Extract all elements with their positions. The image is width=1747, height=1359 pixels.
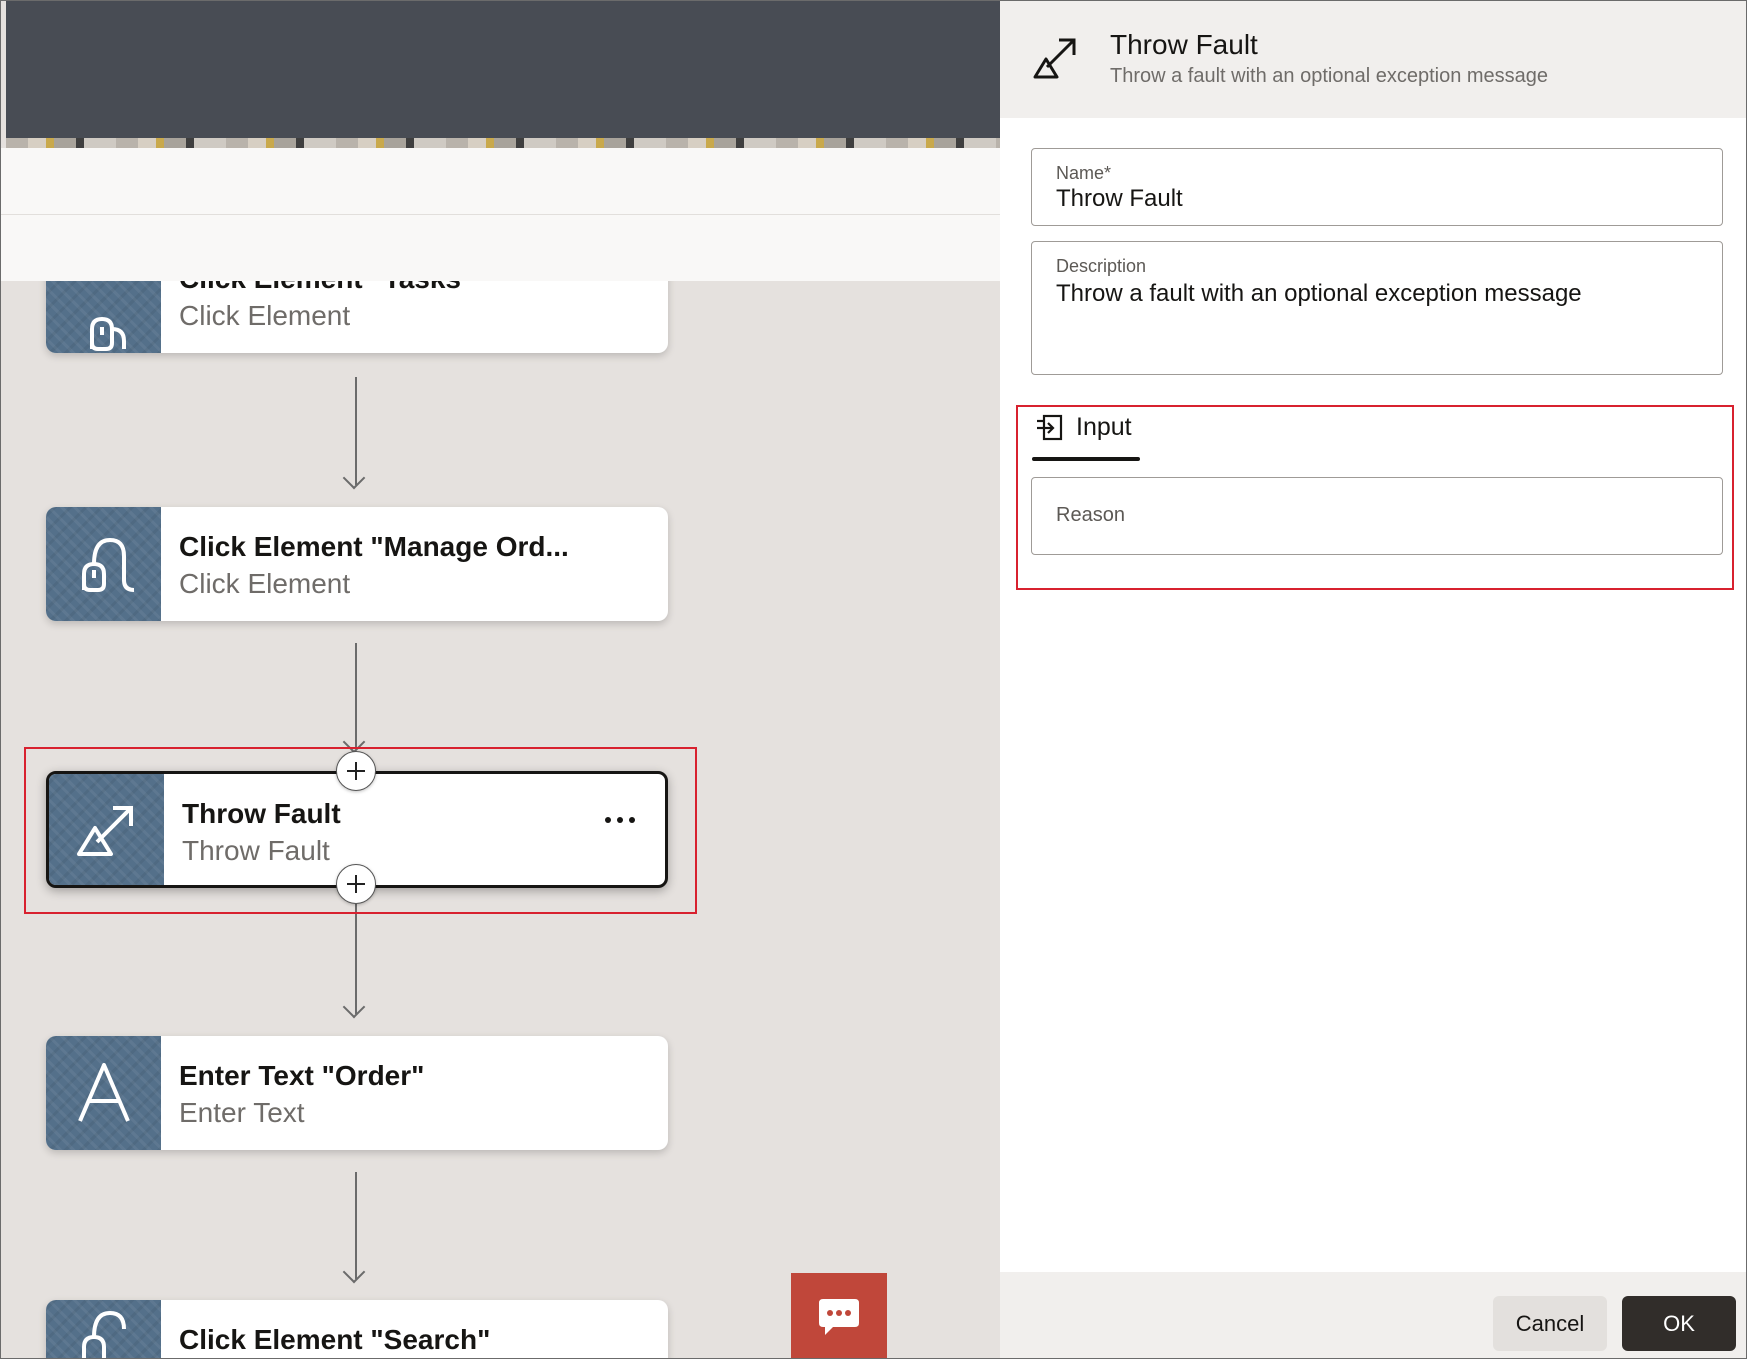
throw-fault-icon: [1033, 38, 1076, 79]
plus-icon: [347, 875, 365, 893]
connector-arrow: [355, 904, 357, 1014]
step-title: Throw Fault: [182, 798, 341, 829]
connector-arrow: [355, 377, 357, 485]
step-title: Click Element "Search": [179, 1324, 491, 1355]
description-field[interactable]: Description Throw a fault with an option…: [1031, 241, 1723, 375]
flow-step-enter-text-order[interactable]: Enter Text "Order" Enter Text: [46, 1036, 668, 1150]
cancel-button[interactable]: Cancel: [1493, 1296, 1607, 1351]
step-type: Click Element: [179, 300, 351, 331]
name-field[interactable]: Name* Throw Fault: [1031, 148, 1723, 226]
chat-button[interactable]: [791, 1273, 887, 1358]
canvas-subtoolbar: [1, 215, 1000, 281]
step-icon-tile: [46, 507, 161, 621]
reason-field[interactable]: Reason: [1031, 477, 1723, 555]
input-mapping-icon: [1037, 414, 1063, 441]
step-type: Click Element: [179, 568, 351, 599]
step-type: Throw Fault: [182, 835, 330, 866]
text-a-icon: [77, 1063, 130, 1122]
panel-footer: Cancel OK: [1000, 1272, 1746, 1358]
flow-canvas[interactable]: Click Element "Tasks" Click Element Clic…: [1, 1, 1000, 1358]
step-type: Enter Text: [179, 1097, 305, 1128]
tab-input-label: Input: [1076, 413, 1132, 441]
connector-arrow: [355, 643, 357, 749]
add-step-after-button[interactable]: [336, 864, 376, 904]
plus-icon: [347, 762, 365, 780]
app-frame: Click Element "Tasks" Click Element Clic…: [0, 0, 1747, 1359]
chat-bubble-icon: [819, 1298, 859, 1335]
ok-button[interactable]: OK: [1622, 1296, 1736, 1351]
step-icon-tile: [46, 1036, 161, 1150]
mouse-icon: [81, 537, 134, 592]
canvas-toolbar: [1, 148, 1000, 215]
add-step-before-button[interactable]: [336, 751, 376, 791]
mouse-icon: [81, 1310, 126, 1358]
connector-arrow: [355, 1172, 357, 1279]
mouse-icon: [89, 316, 126, 351]
panel-subtitle: Throw a fault with an optional exception…: [1110, 65, 1549, 87]
banner-decoration: [6, 138, 1000, 148]
reason-label: Reason: [1056, 504, 1125, 526]
properties-panel: Throw Fault Throw a fault with an option…: [1000, 1, 1746, 1358]
flow-step-click-search[interactable]: Click Element "Search": [46, 1300, 668, 1358]
panel-header: Throw Fault Throw a fault with an option…: [1000, 1, 1746, 118]
flow-step-click-manage-orders[interactable]: Click Element "Manage Ord... Click Eleme…: [46, 507, 668, 621]
tab-input[interactable]: Input: [1032, 411, 1140, 461]
description-value[interactable]: Throw a fault with an optional exception…: [1056, 280, 1582, 308]
step-title: Enter Text "Order": [179, 1060, 425, 1091]
throw-fault-icon: [77, 805, 133, 856]
top-banner: [6, 1, 1000, 143]
description-label: Description: [1056, 256, 1147, 276]
panel-title: Throw Fault: [1110, 29, 1258, 60]
step-icon-tile: [46, 1300, 161, 1358]
name-value[interactable]: Throw Fault: [1056, 185, 1183, 213]
step-title: Click Element "Manage Ord...: [179, 531, 569, 562]
more-actions-icon[interactable]: [605, 817, 635, 823]
name-label: Name*: [1056, 163, 1112, 183]
step-icon-tile: [49, 774, 164, 885]
tab-active-indicator: [1032, 457, 1140, 461]
